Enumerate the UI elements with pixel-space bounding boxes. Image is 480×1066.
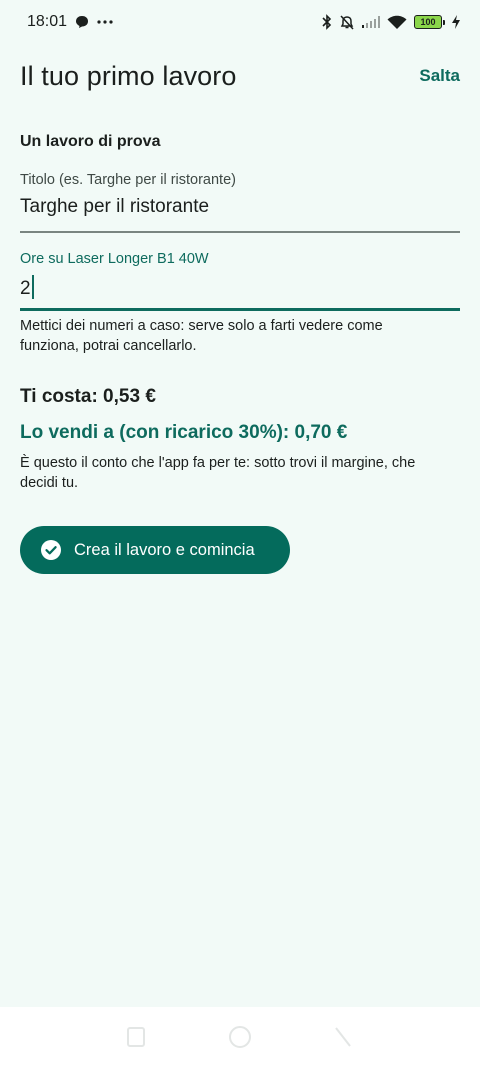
- hours-field-label: Ore su Laser Longer B1 40W: [20, 251, 209, 267]
- title-field-value[interactable]: Targhe per il ristorante: [20, 196, 460, 220]
- price-text: Lo vendi a (con ricarico 30%): 0,70 €: [20, 422, 348, 443]
- battery-level: 100: [414, 15, 442, 29]
- check-circle-icon: [40, 539, 62, 561]
- more-icon: [97, 19, 113, 25]
- navigation-bar: [0, 1007, 480, 1066]
- title-field-label: Titolo (es. Targhe per il ristorante): [20, 172, 236, 188]
- summary-note: È questo il conto che l'app fa per te: s…: [20, 455, 416, 491]
- hours-field-value: 2: [20, 278, 31, 299]
- wifi-icon: [387, 15, 407, 30]
- back-icon[interactable]: [332, 1024, 354, 1055]
- recents-icon[interactable]: [126, 1024, 146, 1055]
- status-left: 18:01: [27, 13, 113, 31]
- charging-icon: [452, 15, 460, 29]
- app-header: Il tuo primo lavoro Salta: [20, 54, 460, 98]
- hours-field-input[interactable]: 2: [20, 275, 460, 299]
- hours-field-underline: [20, 308, 460, 311]
- cost-text: Ti costa: 0,53 €: [20, 386, 156, 407]
- create-job-label: Crea il lavoro e comincia: [74, 540, 255, 559]
- section-title: Un lavoro di prova: [20, 133, 161, 150]
- home-icon[interactable]: [227, 1024, 253, 1055]
- battery-tip: [443, 19, 445, 25]
- bell-off-icon: [339, 14, 355, 30]
- status-right: 100: [322, 14, 460, 30]
- hours-field[interactable]: Ore su Laser Longer B1 40W 2: [20, 251, 460, 313]
- title-field[interactable]: Titolo (es. Targhe per il ristorante) Ta…: [20, 172, 460, 234]
- create-job-button[interactable]: Crea il lavoro e comincia: [20, 526, 290, 574]
- bluetooth-icon: [322, 14, 332, 30]
- status-time: 18:01: [27, 13, 68, 30]
- chat-bubble-icon: [75, 15, 89, 29]
- text-caret: [31, 275, 34, 299]
- title-field-underline: [20, 231, 460, 233]
- signal-icon: [362, 16, 380, 28]
- helper-text: Mettici dei numeri a caso: serve solo a …: [20, 318, 383, 354]
- page-title: Il tuo primo lavoro: [20, 60, 237, 91]
- skip-button[interactable]: Salta: [419, 66, 460, 86]
- battery-icon: 100: [414, 15, 445, 29]
- status-bar: 18:01 100: [0, 0, 480, 44]
